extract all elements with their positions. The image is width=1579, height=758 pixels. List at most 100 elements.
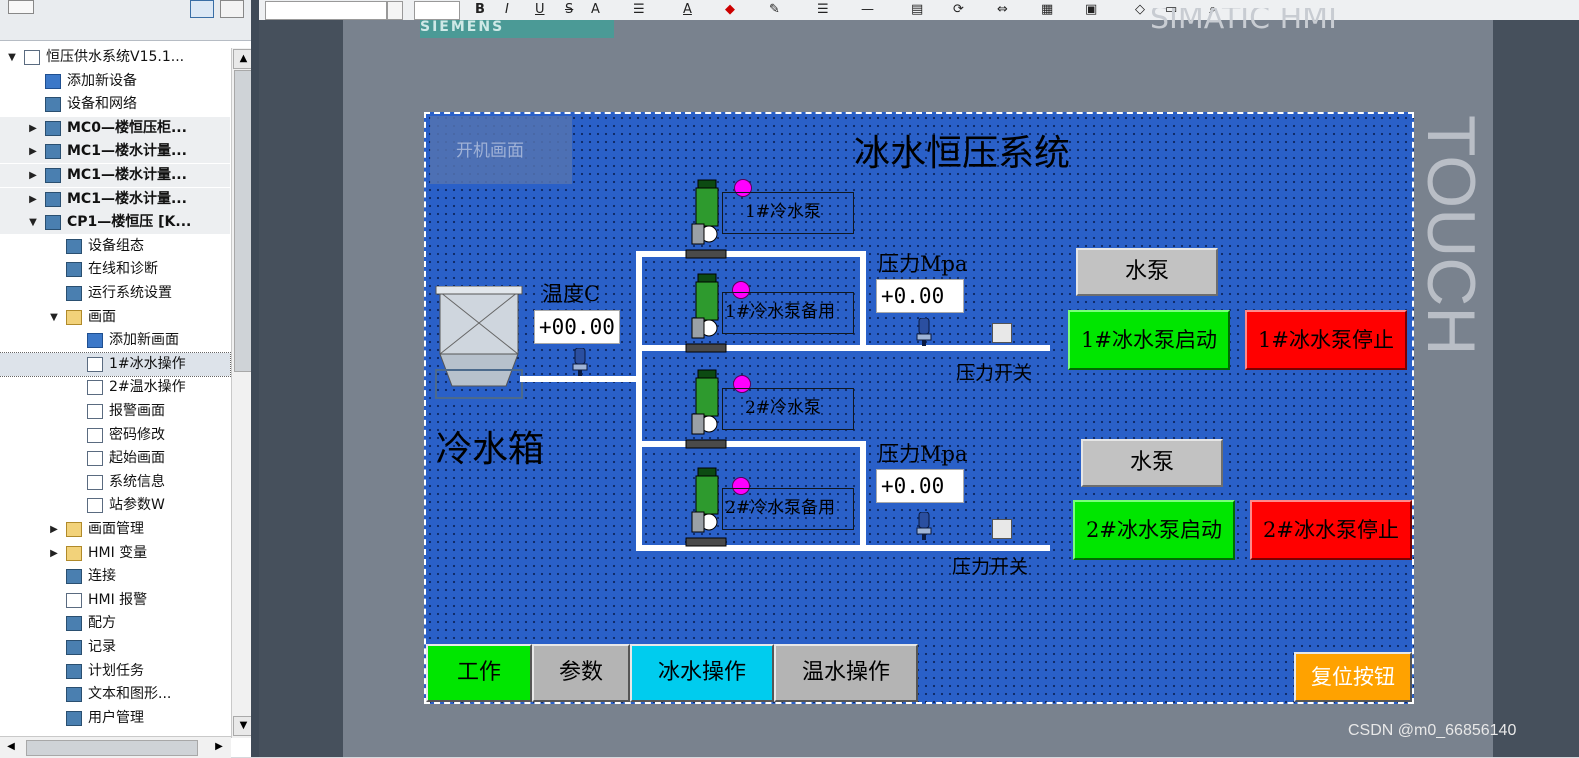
tree-item[interactable]: 报警画面 bbox=[0, 400, 230, 423]
tree-item[interactable]: ▶ MC0—楼恒压柜... bbox=[0, 116, 230, 140]
tree-item[interactable]: 2#温水操作 bbox=[0, 376, 230, 399]
reset-button[interactable]: 复位按钮 bbox=[1294, 652, 1412, 702]
nav-ice-water-button[interactable]: 冰水操作 bbox=[630, 644, 774, 702]
tree-item[interactable]: ▼ 恒压供水系统V15.1... bbox=[0, 46, 230, 69]
tree-item-label: 2#温水操作 bbox=[109, 379, 186, 396]
tree-toolbar bbox=[0, 0, 258, 41]
start-screen-icon bbox=[87, 451, 103, 467]
tree-item[interactable]: 起始画面 bbox=[0, 447, 230, 470]
pump-2-start-button[interactable]: 2#冰水泵启动 bbox=[1073, 500, 1235, 560]
screen-icon bbox=[87, 474, 103, 490]
tree-item-label: 配方 bbox=[88, 615, 116, 632]
screen-icon bbox=[87, 427, 103, 443]
folder-icon bbox=[66, 522, 82, 537]
tree-item[interactable]: 连接 bbox=[0, 565, 230, 588]
font-size-up-button[interactable]: A bbox=[591, 1, 605, 18]
pump-2-stop-button[interactable]: 2#冰水泵停止 bbox=[1250, 500, 1412, 560]
pressure-io-field-2[interactable]: +0.00 bbox=[876, 469, 964, 503]
tree-home-icon[interactable] bbox=[8, 0, 34, 14]
siemens-logo: SIEMENS bbox=[420, 20, 614, 38]
pressure-io-field-1[interactable]: +0.00 bbox=[876, 279, 964, 313]
tree-item-label: CP1—楼恒压 [K... bbox=[67, 214, 192, 231]
tree-item[interactable]: HMI 报警 bbox=[0, 589, 230, 612]
tree-item[interactable]: ▶ MC1—楼水计量... bbox=[0, 164, 230, 187]
network-icon bbox=[45, 97, 61, 113]
tree-item[interactable]: 1#冰水操作 bbox=[0, 351, 231, 377]
collapse-arrow-icon[interactable]: ▶ bbox=[27, 164, 39, 187]
tree-item[interactable]: ▼ 画面 bbox=[0, 306, 230, 329]
tree-item[interactable]: 文本和图形... bbox=[0, 683, 230, 706]
plc-icon bbox=[45, 120, 61, 136]
tree-item[interactable]: 在线和诊断 bbox=[0, 258, 230, 281]
collapse-arrow-icon[interactable]: ▶ bbox=[27, 140, 39, 163]
connection-icon bbox=[66, 569, 82, 585]
tree-item[interactable]: 计划任务 bbox=[0, 660, 230, 683]
nav-warm-water-button[interactable]: 温水操作 bbox=[774, 644, 918, 702]
pump-2-button[interactable]: 水泵 bbox=[1081, 439, 1223, 487]
alarm-icon bbox=[66, 592, 82, 608]
collapse-arrow-icon[interactable]: ▶ bbox=[27, 117, 39, 140]
distribute-icon[interactable]: ⇔ bbox=[997, 1, 1019, 18]
tree-item[interactable]: 设备和网络 bbox=[0, 93, 230, 116]
font-list-icon[interactable] bbox=[387, 1, 403, 20]
collapse-arrow-icon[interactable]: ▶ bbox=[48, 542, 60, 565]
underline-button[interactable]: U bbox=[535, 1, 549, 18]
project-icon bbox=[24, 50, 40, 65]
bold-button[interactable]: B bbox=[475, 1, 489, 18]
temperature-sensor-icon bbox=[572, 348, 588, 376]
tree-view-icon[interactable] bbox=[190, 0, 214, 18]
tree-item[interactable]: 运行系统设置 bbox=[0, 282, 230, 305]
scroll-left-button[interactable]: ◀ bbox=[2, 739, 20, 755]
align-objects-icon[interactable]: ▤ bbox=[911, 1, 933, 18]
strikethrough-button[interactable]: S bbox=[565, 1, 579, 18]
hscroll-thumb[interactable] bbox=[26, 740, 198, 756]
grid-icon[interactable]: ▦ bbox=[1041, 1, 1063, 18]
expand-arrow-icon[interactable]: ▼ bbox=[27, 211, 39, 234]
collapse-arrow-icon[interactable]: ▶ bbox=[27, 188, 39, 211]
tree-item[interactable]: 设备组态 bbox=[0, 235, 230, 258]
tree-item[interactable]: ▶ HMI 变量 bbox=[0, 542, 230, 565]
scroll-right-button[interactable]: ▶ bbox=[210, 739, 228, 755]
nav-parameters-button[interactable]: 参数 bbox=[532, 644, 630, 702]
tree-item-label: 添加新设备 bbox=[67, 72, 137, 89]
align-left-icon[interactable]: ☰ bbox=[633, 1, 655, 18]
line-style-icon[interactable]: ☰ bbox=[817, 1, 839, 18]
tree-item[interactable]: ▶ 画面管理 bbox=[0, 518, 230, 541]
tree-item[interactable]: 配方 bbox=[0, 612, 230, 635]
pump-1-label: 1#冷水泵 bbox=[722, 192, 854, 234]
nav-work-button[interactable]: 工作 bbox=[426, 644, 532, 702]
tree-item[interactable]: 站参数W bbox=[0, 494, 230, 517]
expand-arrow-icon[interactable]: ▼ bbox=[6, 46, 18, 69]
tree-item[interactable]: ▼ CP1—楼恒压 [K... bbox=[0, 211, 230, 235]
pump-1-button[interactable]: 水泵 bbox=[1076, 248, 1218, 296]
tree-item[interactable]: 添加新画面 bbox=[0, 329, 230, 352]
group-icon[interactable]: ▣ bbox=[1085, 1, 1107, 18]
expand-arrow-icon[interactable]: ▼ bbox=[48, 306, 60, 329]
tree-horizontal-scrollbar[interactable]: ◀ ▶ bbox=[0, 736, 231, 758]
temperature-io-field[interactable]: +00.00 bbox=[534, 310, 620, 344]
rotate-icon[interactable]: ⟳ bbox=[953, 1, 975, 18]
collapse-arrow-icon[interactable]: ▶ bbox=[48, 518, 60, 541]
tree-item[interactable]: 记录 bbox=[0, 636, 230, 659]
line-width-icon[interactable]: — bbox=[861, 1, 883, 18]
font-size-combo[interactable] bbox=[414, 1, 460, 20]
font-color-button[interactable]: A bbox=[683, 1, 697, 18]
panel-splitter[interactable] bbox=[251, 0, 259, 757]
diagnostics-icon bbox=[66, 262, 82, 278]
line-color-icon[interactable]: ✎ bbox=[769, 1, 787, 18]
italic-button[interactable]: I bbox=[505, 1, 519, 18]
tree-item[interactable]: ▶ MC1—楼水计量... bbox=[0, 187, 230, 211]
tree-item[interactable]: 密码修改 bbox=[0, 424, 230, 447]
tree-item[interactable]: 系统信息 bbox=[0, 471, 230, 494]
touch-label: TOUCH bbox=[1418, 115, 1489, 356]
tree-item[interactable]: 添加新设备 bbox=[0, 70, 230, 93]
pump-1-stop-button[interactable]: 1#冰水泵停止 bbox=[1245, 310, 1407, 370]
tree-item[interactable]: 用户管理 bbox=[0, 707, 230, 730]
tree-item[interactable]: ▶ MC1—楼水计量... bbox=[0, 140, 230, 164]
tree-details-icon[interactable] bbox=[220, 0, 244, 18]
pump-1-start-button[interactable]: 1#冰水泵启动 bbox=[1068, 310, 1230, 370]
tree-item-label: 密码修改 bbox=[109, 426, 165, 443]
fill-color-icon[interactable]: ◆ bbox=[725, 1, 743, 18]
font-name-combo[interactable] bbox=[265, 1, 387, 20]
tree-item-label: 添加新画面 bbox=[109, 332, 179, 349]
